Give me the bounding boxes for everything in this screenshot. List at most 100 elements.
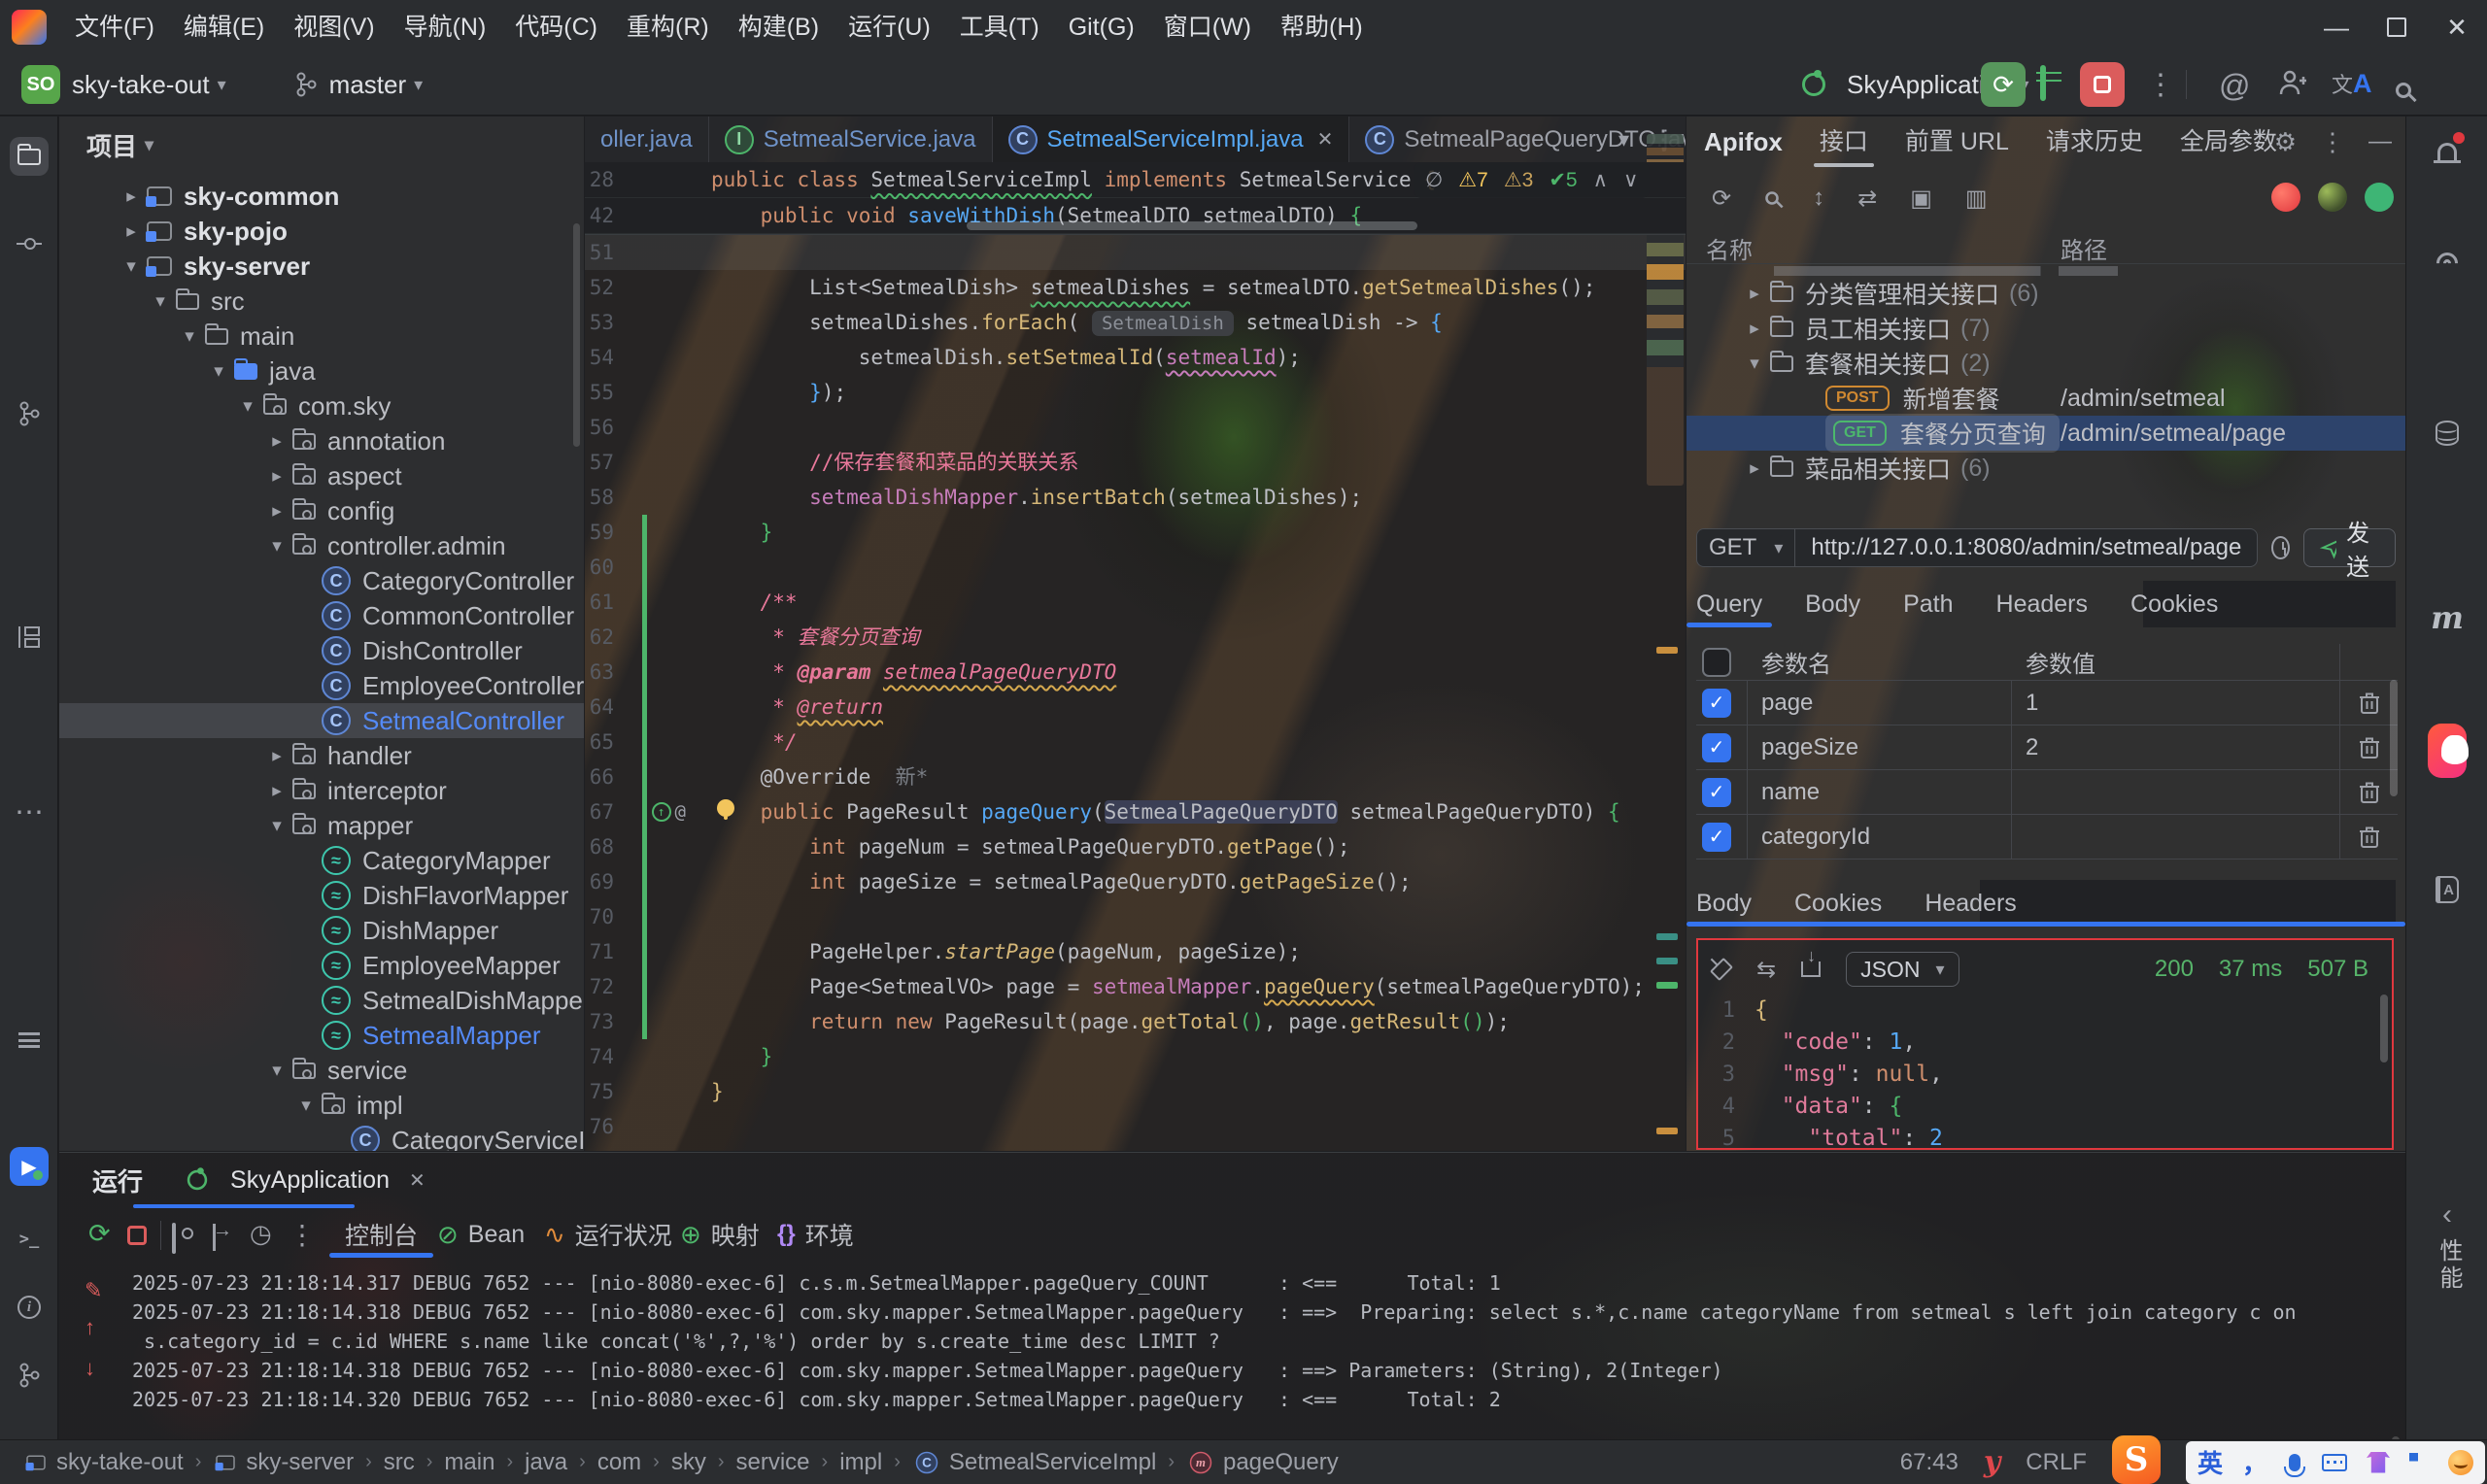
code-line-70[interactable]: 70 — [585, 899, 1686, 934]
ime-language[interactable]: 英 — [2197, 1444, 2223, 1480]
tree-item-DishController[interactable]: C DishController — [59, 633, 584, 668]
code-line-52[interactable]: 52 List<SetmealDish> setmealDishes = set… — [585, 270, 1686, 305]
tree-item-SetmealDishMapper[interactable]: ≈ SetmealDishMapper — [59, 983, 584, 1018]
editor-tab-oller.java[interactable]: oller.java — [585, 117, 709, 162]
code-line-57[interactable]: 57 //保存套餐和菜品的关联关系 — [585, 445, 1686, 480]
api-tree-item-菜品相关接口[interactable]: ▸ 菜品相关接口 (6) — [1686, 451, 2405, 486]
console-output[interactable]: ✎ ↑ ↓ › 2025-07-23 21:18:14.317 DEBUG 76… — [59, 1262, 2405, 1439]
tree-item-handler[interactable]: ▸ handler — [59, 738, 584, 773]
checkbox-checked[interactable]: ✓ — [1702, 822, 1731, 852]
refresh-icon[interactable]: ⟳ — [1712, 185, 1731, 213]
error-stripe-mark[interactable] — [1656, 1128, 1678, 1134]
code-line-61[interactable]: 61 /** — [585, 585, 1686, 620]
chevron-icon[interactable]: ▾ — [261, 815, 292, 837]
code-line-53[interactable]: 53 setmealDishes.forEach( SetmealDish se… — [585, 305, 1686, 340]
close-icon[interactable]: ✕ — [1317, 127, 1334, 152]
chevron-icon[interactable]: ▾ — [145, 290, 176, 313]
code-line-72[interactable]: 72 Page<SetmealVO> page = setmealMapper.… — [585, 969, 1686, 1004]
chevron-icon[interactable]: ▸ — [261, 500, 292, 523]
code-line-71[interactable]: 71 PageHelper.startPage(pageNum, pageSiz… — [585, 934, 1686, 969]
horizontal-scrollbar[interactable] — [967, 221, 1417, 230]
clear-icon[interactable] — [1709, 957, 1734, 982]
branch-widget[interactable]: master — [329, 70, 406, 100]
code-with-me-icon[interactable] — [2277, 68, 2307, 104]
menu-item[interactable]: 导航(N) — [390, 0, 501, 54]
apifox-icon[interactable] — [2428, 724, 2469, 778]
tree-item-service[interactable]: ▾ service — [59, 1053, 584, 1088]
chevron-icon[interactable]: ▸ — [261, 745, 292, 767]
editor-tab-SetmealService.java[interactable]: I SetmealService.java — [709, 117, 993, 162]
detach-icon[interactable] — [213, 1224, 216, 1252]
search-icon[interactable] — [1765, 191, 1779, 205]
locate-icon[interactable]: ▣ — [1910, 185, 1932, 213]
maximize-icon[interactable] — [2367, 0, 2427, 54]
code-line-62[interactable]: 62 * 套餐分页查询 — [585, 620, 1686, 655]
run-view-tab-Bean[interactable]: ⊘ Bean — [437, 1211, 525, 1258]
checkbox-checked[interactable]: ✓ — [1702, 777, 1731, 807]
minimize-icon[interactable]: — — [2306, 0, 2367, 54]
stop-icon[interactable] — [127, 1224, 147, 1252]
chevron-icon[interactable]: ▸ — [1739, 283, 1770, 305]
kebab-menu-icon[interactable]: ⋮ — [2320, 127, 2345, 157]
minimize-icon[interactable]: — — [2368, 128, 2392, 155]
scroll-down-icon[interactable]: ↓ — [85, 1356, 95, 1381]
code-line-60[interactable]: 60 — [585, 550, 1686, 585]
apifox-avatar-icon[interactable] — [2271, 183, 2300, 212]
history-clock-icon[interactable] — [2271, 536, 2291, 559]
intention-bulb-icon[interactable] — [717, 799, 734, 817]
database-icon[interactable] — [2428, 414, 2467, 453]
translation-plugin-icon[interactable]: y — [1984, 1445, 2000, 1479]
checkbox-checked[interactable]: ✓ — [1702, 732, 1731, 762]
project-folder-icon[interactable] — [10, 137, 49, 176]
breadcrumb-java[interactable]: java — [525, 1449, 567, 1476]
chevron-icon[interactable]: ▸ — [116, 220, 147, 243]
terminal-icon[interactable]: >_ — [10, 1220, 49, 1259]
project-panel-header[interactable]: 项目 ▾ — [59, 117, 584, 173]
checkbox-unchecked[interactable]: ✓ — [1702, 647, 1731, 677]
run-icon[interactable]: ▶ — [10, 1147, 49, 1186]
close-icon[interactable]: ✕ — [2427, 0, 2487, 54]
apifox-tab-前置 URL[interactable]: 前置 URL — [1905, 117, 2009, 167]
stop-button[interactable] — [2080, 62, 2125, 107]
param-value-input[interactable]: 1 — [2026, 690, 2038, 717]
structure-icon[interactable] — [10, 618, 49, 657]
gear-icon[interactable]: ⚙ — [2274, 127, 2297, 157]
breadcrumb-sky-server[interactable]: sky-server — [213, 1449, 354, 1476]
param-name-input[interactable]: categoryId — [1761, 824, 1870, 851]
emoji-icon[interactable] — [2448, 1449, 2473, 1475]
line-separator[interactable]: CRLF — [2026, 1449, 2087, 1476]
code-line-67[interactable]: 67 ↑ @ public PageResult pageQuery(Setmeal… — [585, 794, 1686, 829]
screenshot-icon[interactable] — [172, 1223, 176, 1254]
collapse-all-icon[interactable]: ⇄ — [1857, 185, 1877, 213]
code-line-65[interactable]: 65 */ — [585, 725, 1686, 759]
split-view-icon[interactable]: ▥ — [1965, 185, 1988, 213]
api-tree-item-套餐分页查询[interactable]: GET 套餐分页查询/admin/setmeal/page — [1686, 414, 2405, 453]
more-actions-button[interactable]: ⋮ — [2146, 68, 2175, 102]
chevron-icon[interactable]: ▾ — [261, 1060, 292, 1082]
code-line-69[interactable]: 69 int pageSize = setmealPageQueryDTO.ge… — [585, 864, 1686, 899]
editor[interactable]: 51 52 List<SetmealDish> setmealDishes = s… — [585, 117, 1686, 1151]
expand-all-icon[interactable]: ↕ — [1813, 185, 1824, 212]
menu-item[interactable]: 窗口(W) — [1149, 0, 1266, 54]
menu-item[interactable]: 构建(B) — [724, 0, 834, 54]
code-line-68[interactable]: 68 int pageNum = setmealPageQueryDTO.get… — [585, 829, 1686, 864]
param-name-input[interactable]: page — [1761, 690, 1813, 717]
request-tab-Path[interactable]: Path — [1903, 581, 1953, 627]
dictionary-icon[interactable]: A — [2428, 870, 2467, 909]
commit-icon[interactable] — [10, 224, 49, 263]
tree-item-impl[interactable]: ▾ impl — [59, 1088, 584, 1123]
scroll-up-icon[interactable]: ↑ — [85, 1315, 95, 1340]
response-tab-Body[interactable]: Body — [1696, 890, 1752, 918]
gauge-icon[interactable]: ◷ — [250, 1219, 272, 1249]
menu-item[interactable]: 重构(R) — [612, 0, 724, 54]
chevron-icon[interactable]: ▸ — [261, 780, 292, 802]
more-icon[interactable]: ⋯ — [10, 793, 49, 831]
tree-item-EmployeeMapper[interactable]: ≈ EmployeeMapper — [59, 948, 584, 983]
request-tab-Headers[interactable]: Headers — [1996, 581, 2089, 627]
apifox-tab-全局参数[interactable]: 全局参数 — [2180, 117, 2277, 167]
code-line-58[interactable]: 58 setmealDishMapper.insertBatch(setmeal… — [585, 480, 1686, 515]
tree-item-sky-server[interactable]: ▾ sky-server — [59, 249, 584, 284]
microphone-icon[interactable] — [2284, 1453, 2305, 1477]
code-line-66[interactable]: 66 @Override 新* — [585, 759, 1686, 794]
tree-item-CommonController[interactable]: C CommonController — [59, 598, 584, 633]
